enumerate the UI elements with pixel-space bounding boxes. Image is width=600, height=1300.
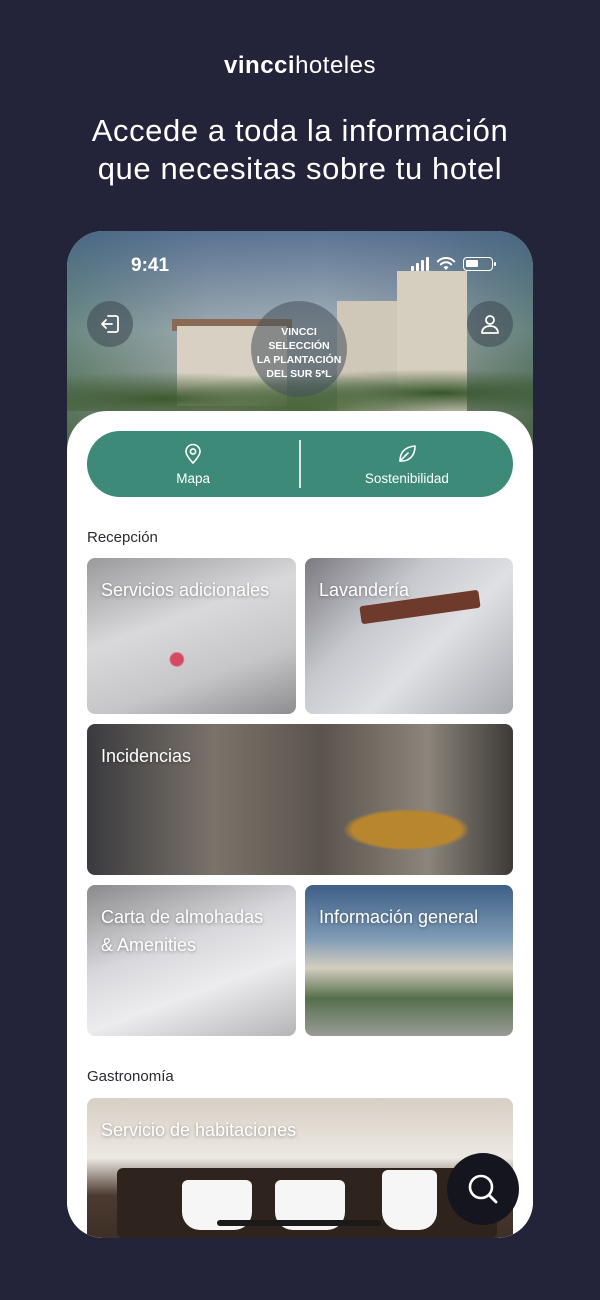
hotel-name: VINCCI SELECCIÓN LA PLANTACIÓN DEL SUR 5…: [256, 326, 342, 380]
status-icons: [411, 257, 496, 271]
card-title: Incidencias: [101, 746, 192, 766]
search-icon: [468, 1174, 498, 1204]
brand-logo: vinccihoteles: [0, 52, 600, 80]
card-title: Servicio de habitaciones: [101, 1120, 297, 1140]
content-sheet: Mapa Sostenibilidad Recepción Servicios …: [67, 411, 533, 1238]
brand-light: hoteles: [295, 52, 376, 79]
card-lavanderia[interactable]: Lavandería: [305, 558, 513, 714]
card-informacion-general[interactable]: Información general: [305, 885, 513, 1036]
leaf-icon: [399, 444, 416, 462]
quick-action-label: Sostenibilidad: [364, 470, 449, 486]
wifi-icon: [436, 257, 456, 270]
quick-actions-bar: Mapa Sostenibilidad: [87, 431, 513, 497]
home-indicator[interactable]: [217, 1220, 381, 1226]
card-servicio-habitaciones[interactable]: Servicio de habitaciones: [87, 1098, 513, 1238]
card-incidencias[interactable]: Incidencias: [87, 724, 513, 875]
hotel-name-badge: VINCCI SELECCIÓN LA PLANTACIÓN DEL SUR 5…: [251, 301, 347, 397]
quick-action-map[interactable]: Mapa: [87, 431, 299, 497]
card-title: Información general: [319, 907, 479, 927]
card-servicios-adicionales[interactable]: Servicios adicionales: [87, 558, 296, 714]
section-title-gastronomia: Gastronomía: [87, 1068, 174, 1085]
phone-frame: 9:41 VINCCI SELECCIÓN LA PLANTACIÓN DEL …: [67, 231, 533, 1238]
quick-action-label: Mapa: [176, 470, 211, 486]
quick-action-sustainability[interactable]: Sostenibilidad: [301, 431, 513, 497]
map-pin-icon: [185, 443, 201, 464]
status-time: 9:41: [131, 255, 170, 276]
logout-icon: [101, 315, 119, 333]
signal-icon: [411, 257, 429, 271]
search-button[interactable]: [447, 1153, 519, 1225]
section-title-recepcion: Recepción: [87, 529, 158, 546]
card-title: Servicios adicionales: [101, 580, 270, 600]
card-title: Carta de almohadas & Amenities: [101, 907, 264, 955]
card-carta-almohadas[interactable]: Carta de almohadas & Amenities: [87, 885, 296, 1036]
profile-button[interactable]: [467, 301, 513, 347]
logout-button[interactable]: [87, 301, 133, 347]
brand-bold: vincci: [224, 52, 296, 79]
user-icon: [481, 315, 499, 334]
card-title: Lavandería: [319, 580, 410, 600]
headline: Accede a toda la información que necesit…: [91, 113, 509, 186]
battery-icon: [463, 257, 496, 271]
